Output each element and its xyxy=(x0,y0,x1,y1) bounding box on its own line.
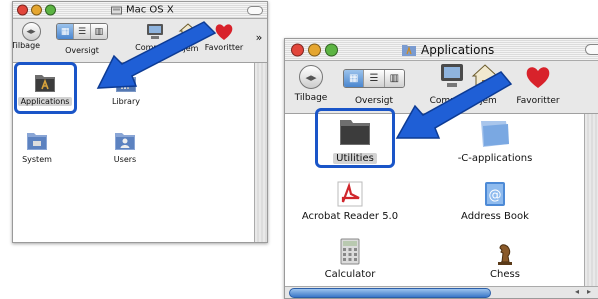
favorites-label: Favoritter xyxy=(516,96,560,106)
title-bar[interactable]: Mac OS X xyxy=(13,2,267,19)
svg-text:@: @ xyxy=(489,188,502,203)
toolbar-toggle-button[interactable] xyxy=(585,44,598,55)
users-folder-icon xyxy=(115,133,135,150)
file-label: Users xyxy=(113,155,137,164)
toolbar-toggle-button[interactable] xyxy=(247,6,263,15)
back-arrow-icon: ◂▸ xyxy=(299,65,323,89)
heart-icon xyxy=(526,67,550,88)
file-label: System xyxy=(22,155,52,164)
horizontal-scrollbar[interactable]: ◂ ▸ xyxy=(285,286,598,298)
close-button[interactable] xyxy=(291,43,304,56)
pointer-arrow-right xyxy=(395,71,513,139)
zoom-button[interactable] xyxy=(325,43,338,56)
file-label: Address Book xyxy=(461,211,529,222)
list-view-icon[interactable]: ☰ xyxy=(364,70,385,87)
file-item-system[interactable]: System xyxy=(17,129,57,164)
applications-folder-small-icon xyxy=(402,44,416,56)
back-button[interactable]: ◂▸ Tilbage xyxy=(12,22,51,50)
address-book-icon: @ xyxy=(485,182,505,206)
toolbar-overflow-button[interactable]: » xyxy=(253,31,265,44)
file-label: Chess xyxy=(490,269,520,280)
file-item-address-book[interactable]: @ Address Book xyxy=(455,180,535,222)
icon-view-icon[interactable]: ▦ xyxy=(344,70,365,87)
window-title: Mac OS X xyxy=(111,5,174,16)
back-label: Tilbage xyxy=(294,93,328,103)
minimize-button[interactable] xyxy=(308,43,321,56)
window-title: Applications xyxy=(401,43,494,57)
file-label: Library xyxy=(112,97,140,106)
system-folder-icon xyxy=(27,133,47,150)
close-button[interactable] xyxy=(17,4,28,16)
favorites-button[interactable]: Favoritter xyxy=(509,63,567,106)
vertical-scrollbar[interactable] xyxy=(584,114,598,286)
highlight-utilities xyxy=(315,108,395,168)
scroll-right-arrow-icon[interactable]: ▸ xyxy=(587,287,591,296)
back-arrow-icon: ◂▸ xyxy=(21,22,41,41)
file-item-chess[interactable]: Chess xyxy=(475,238,535,280)
acrobat-icon xyxy=(337,181,363,207)
window-controls xyxy=(17,4,56,16)
highlight-applications xyxy=(14,62,77,114)
file-item-acrobat-reader[interactable]: Acrobat Reader 5.0 xyxy=(295,180,405,222)
back-button[interactable]: ◂▸ Tilbage xyxy=(291,65,331,103)
window-title-text: Mac OS X xyxy=(126,4,174,16)
window-title-text: Applications xyxy=(421,42,495,57)
file-label: Calculator xyxy=(324,269,376,280)
title-bar[interactable]: Applications xyxy=(285,39,598,61)
vertical-scrollbar[interactable] xyxy=(254,63,267,242)
back-label: Tilbage xyxy=(12,41,41,50)
icon-view-icon[interactable]: ▦ xyxy=(57,24,75,39)
pointer-arrow-left xyxy=(96,21,217,89)
file-item-calculator[interactable]: Calculator xyxy=(315,238,385,280)
chess-icon xyxy=(498,244,512,265)
file-item-users[interactable]: Users xyxy=(105,129,145,164)
file-label: Acrobat Reader 5.0 xyxy=(301,211,399,222)
calculator-icon xyxy=(340,238,360,265)
zoom-button[interactable] xyxy=(45,4,56,16)
minimize-button[interactable] xyxy=(31,4,42,16)
file-label: -C-applications xyxy=(457,153,533,164)
scroll-left-arrow-icon[interactable]: ◂ xyxy=(575,287,579,296)
window-controls xyxy=(291,43,338,56)
disk-icon xyxy=(111,6,122,14)
